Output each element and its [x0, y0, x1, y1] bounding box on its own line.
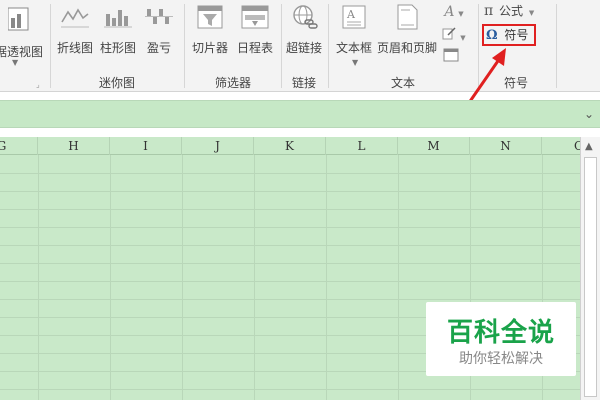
chevron-down-icon: ▼ — [460, 34, 466, 42]
column-header-m[interactable]: M — [398, 137, 470, 155]
formula-bar[interactable]: ⌄ — [0, 100, 600, 128]
grid-line — [0, 389, 580, 390]
textbox-label: 文本框 — [335, 41, 372, 55]
pi-icon: π — [484, 3, 494, 19]
group-separator — [281, 4, 282, 88]
grid-line — [0, 299, 580, 300]
equation-button[interactable]: π 公式 ▼ — [484, 2, 544, 19]
pivot-chart-icon — [0, 4, 46, 37]
scrollbar-thumb[interactable] — [584, 157, 597, 397]
group-separator — [184, 4, 185, 88]
group-separator — [50, 4, 51, 88]
column-header-j[interactable]: J — [182, 137, 254, 155]
slicer-icon — [188, 4, 232, 33]
svg-text:A: A — [346, 8, 356, 21]
hyperlink-label: 超链接 — [285, 41, 322, 55]
grid-line — [0, 227, 580, 228]
sparkline-column-label: 柱形图 — [99, 41, 136, 55]
expand-formula-bar-icon[interactable]: ⌄ — [584, 107, 594, 121]
filters-group-label: 筛选器 — [214, 76, 251, 90]
links-group-label: 链接 — [291, 76, 316, 90]
header-footer-button[interactable]: 页眉和页脚 — [376, 4, 438, 56]
grid-line — [0, 173, 580, 174]
column-header-h[interactable]: H — [38, 137, 110, 155]
signature-line-button[interactable]: ▼ — [442, 26, 466, 43]
watermark-title: 百科全说 — [446, 318, 555, 348]
column-header-g[interactable]: G — [0, 137, 38, 155]
textbox-icon: A — [332, 4, 376, 33]
textbox-button[interactable]: A 文本框 ▼ — [332, 4, 376, 67]
symbol-highlight-box — [482, 24, 536, 46]
wordart-icon: A — [444, 4, 455, 20]
chevron-down-icon: ▼ — [12, 58, 19, 67]
timeline-button[interactable]: 日程表 — [233, 4, 277, 56]
column-header-k[interactable]: K — [254, 137, 326, 155]
column-header-row: G H I J K L M N O — [0, 137, 580, 155]
sparkline-line-label: 折线图 — [56, 41, 93, 55]
grid-line — [0, 245, 580, 246]
hyperlink-button[interactable]: 超链接 — [284, 4, 324, 56]
watermark-logo: 百科全说 助你轻松解决 — [426, 302, 576, 376]
column-header-i[interactable]: I — [110, 137, 182, 155]
column-header-l[interactable]: L — [326, 137, 398, 155]
vertical-scrollbar[interactable]: ▲ — [580, 137, 600, 400]
scroll-up-arrow-icon[interactable]: ▲ — [585, 141, 593, 152]
timeline-label: 日程表 — [236, 41, 273, 55]
sparkline-line-button[interactable]: 折线图 — [54, 4, 96, 56]
grid-line — [0, 281, 580, 282]
text-group-label: 文本 — [390, 76, 415, 90]
watermark-subtitle: 助你轻松解决 — [459, 351, 543, 367]
chevron-down-icon: ▼ — [528, 9, 535, 17]
pivot-chart-label: 据透视图 — [0, 45, 43, 59]
sparklines-group-label: 迷你图 — [98, 76, 135, 90]
grid-line — [0, 191, 580, 192]
column-header-n[interactable]: N — [470, 137, 542, 155]
group-separator — [328, 4, 329, 88]
sparkline-winloss-button[interactable]: 盈亏 — [140, 4, 178, 56]
group-separator — [556, 4, 557, 88]
hyperlink-globe-icon — [284, 4, 324, 33]
chevron-down-icon: ▼ — [352, 58, 359, 67]
pivot-chart-button[interactable]: 据透视图 ▼ — [0, 4, 46, 67]
wordart-button[interactable]: A ▼ — [442, 4, 466, 20]
column-header-o[interactable]: O — [542, 137, 580, 155]
slicer-button[interactable]: 切片器 — [188, 4, 232, 56]
signature-pen-icon — [442, 27, 460, 43]
chevron-down-icon: ▼ — [458, 10, 464, 18]
dialog-launcher-icon[interactable]: ⌟ — [36, 80, 40, 89]
slicer-label: 切片器 — [191, 41, 228, 55]
winloss-sparkline-icon — [140, 4, 178, 33]
header-footer-label: 页眉和页脚 — [376, 41, 437, 55]
line-sparkline-icon — [54, 4, 96, 33]
grid-line — [0, 209, 580, 210]
equation-label: 公式 — [499, 4, 524, 18]
sparkline-winloss-label: 盈亏 — [146, 41, 171, 55]
timeline-icon — [233, 4, 277, 33]
column-sparkline-icon — [97, 4, 139, 33]
header-footer-icon — [376, 4, 438, 33]
grid-line — [0, 263, 580, 264]
sparkline-column-button[interactable]: 柱形图 — [97, 4, 139, 56]
